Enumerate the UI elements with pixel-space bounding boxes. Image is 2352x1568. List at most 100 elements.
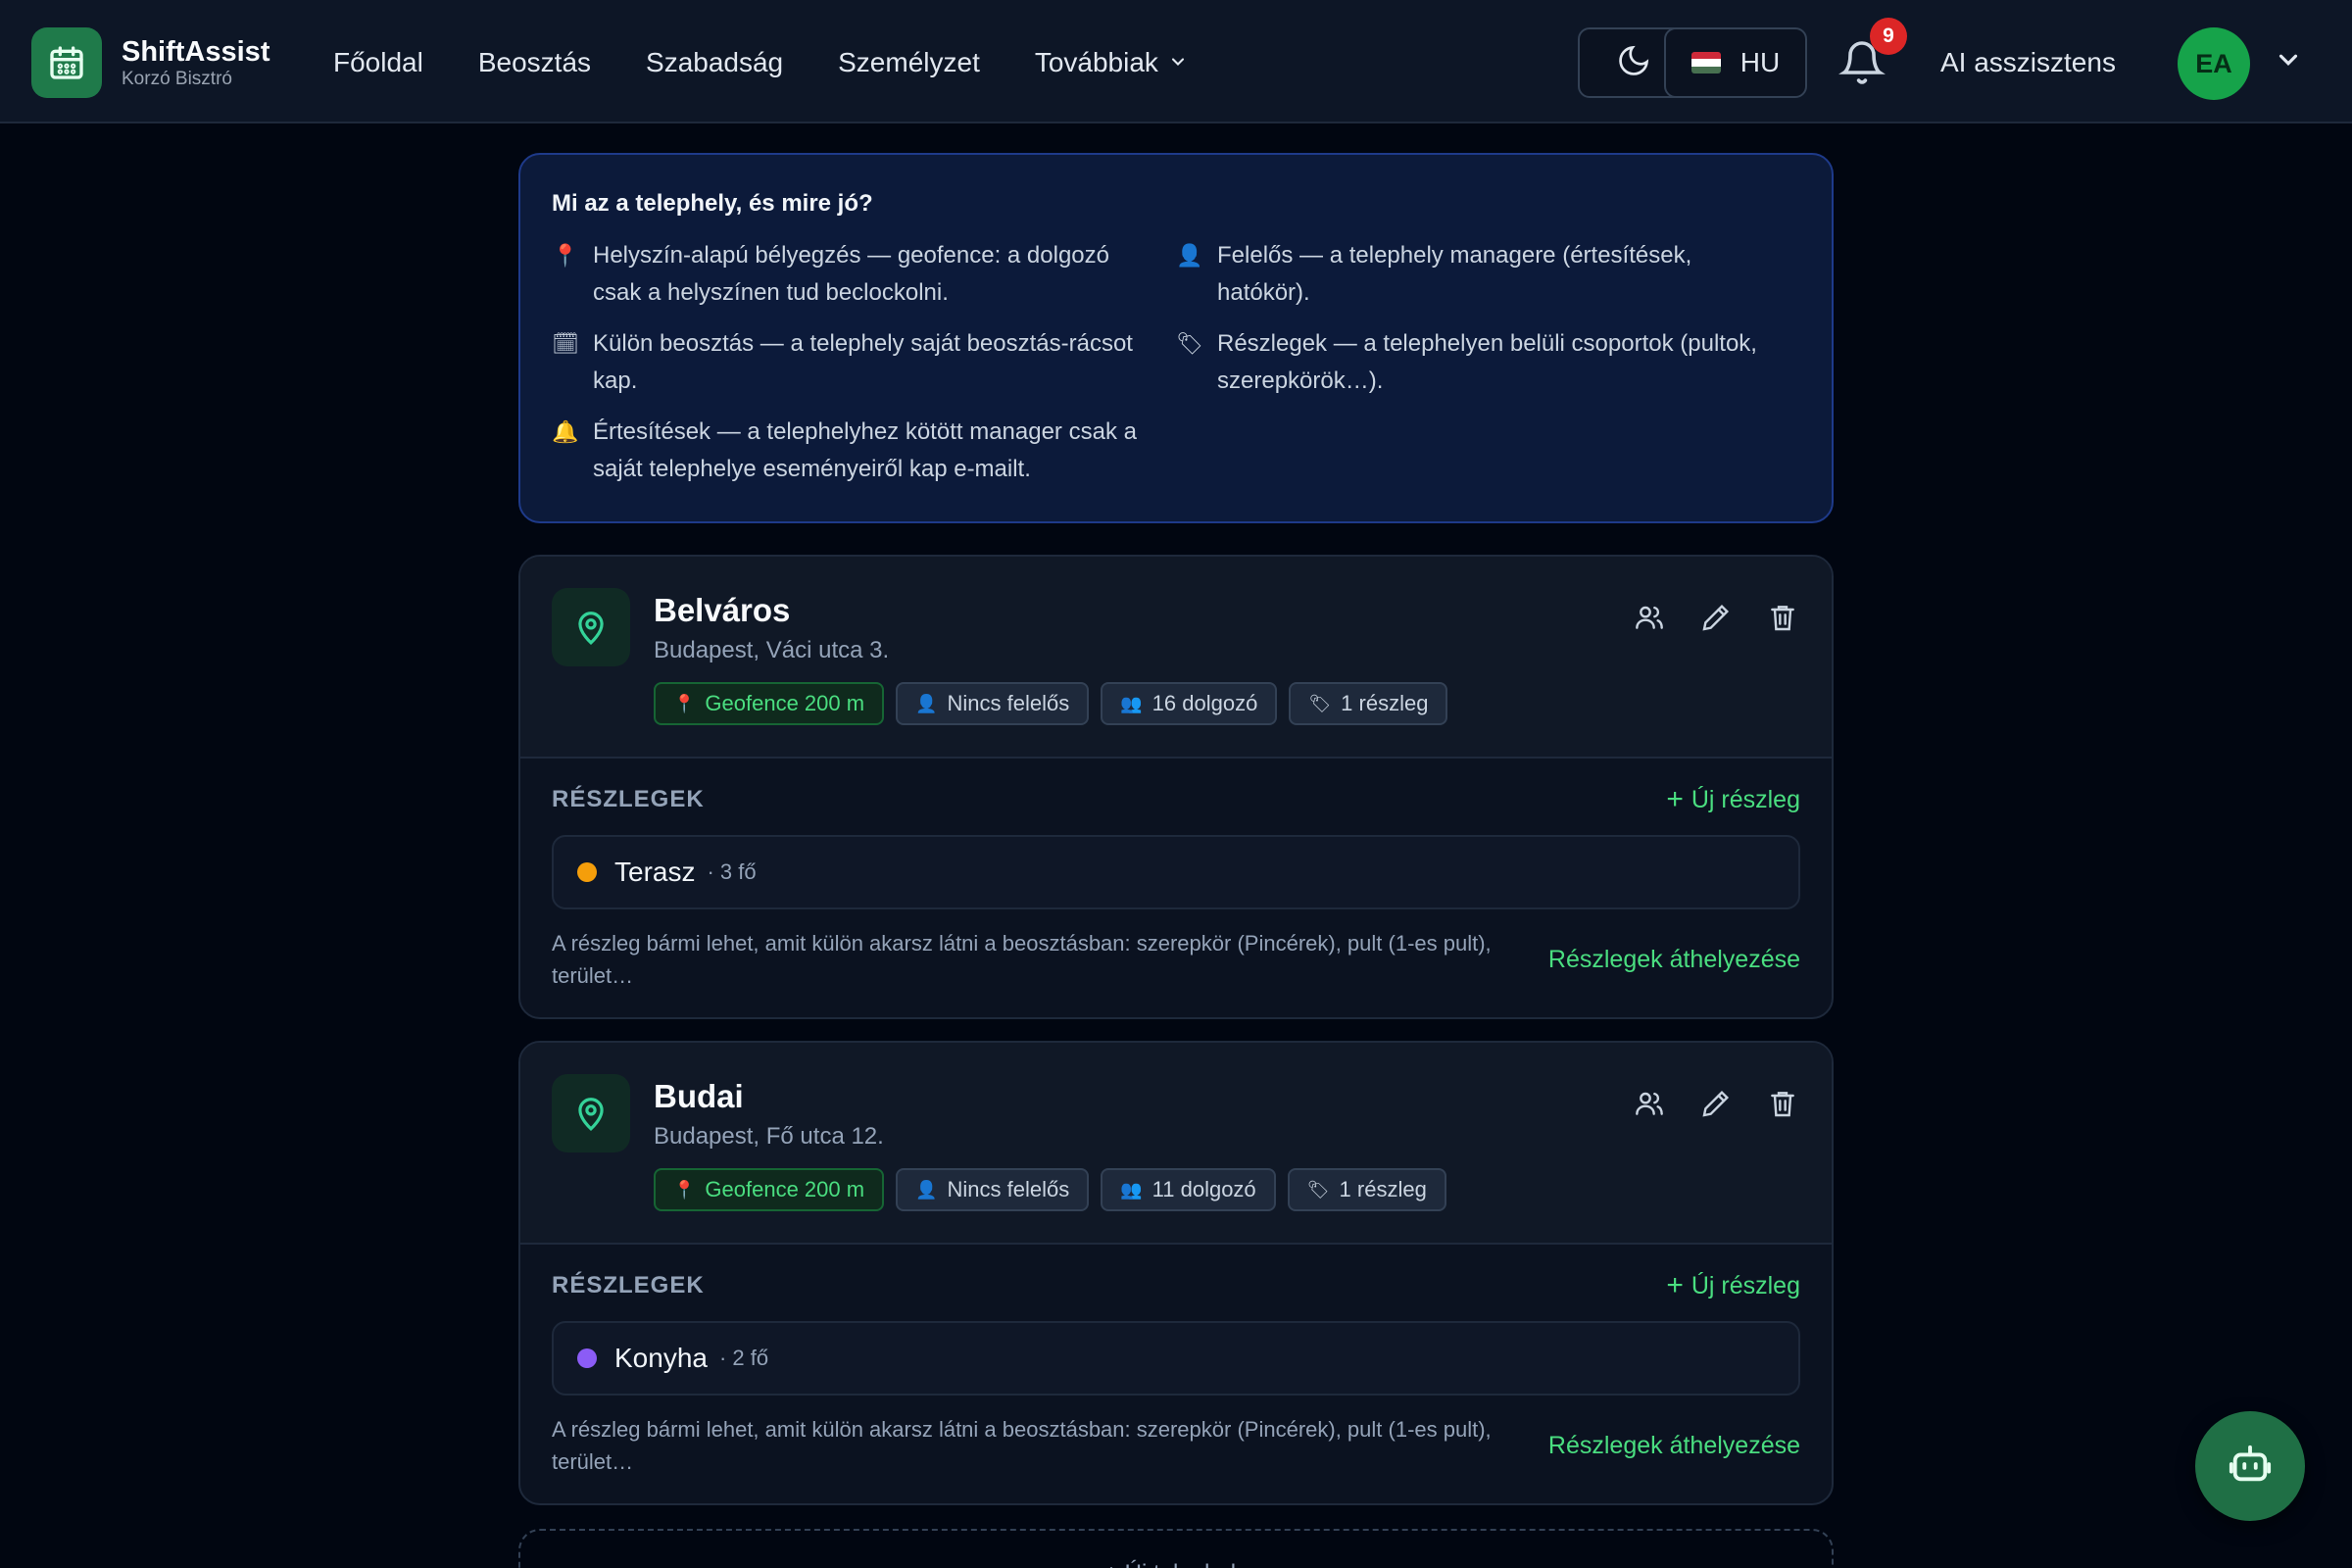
trash-icon[interactable]: [1763, 598, 1802, 637]
move-departments-link[interactable]: Részlegek áthelyezése: [1548, 1432, 1800, 1460]
new-department-label: Új részleg: [1690, 785, 1800, 813]
label-icon: 🏷: [1176, 331, 1203, 356]
info-item: 🗓 Külön beosztás — a telephely saját beo…: [552, 325, 1176, 400]
new-department-label: Új részleg: [1690, 1271, 1800, 1299]
departments-heading: RÉSZLEGEK: [552, 1272, 705, 1298]
label-icon: 🏷: [1308, 693, 1332, 713]
info-box: Mi az a telephely, és mire jó? 📍 Helyszí…: [518, 153, 1834, 523]
department-row[interactable]: Konyha · 2 fő: [552, 1321, 1800, 1396]
geofence-badge: 📍 Geofence 200 m: [654, 682, 885, 725]
manager-label: Nincs felelős: [947, 1177, 1070, 1201]
location-card: Belváros Budapest, Váci utca 3. 📍 Geofenc…: [518, 555, 1834, 1019]
geofence-label: Geofence 200 m: [705, 691, 865, 715]
manager-badge: 👤 Nincs felelős: [896, 1168, 1090, 1211]
map-pin-icon: [552, 588, 630, 666]
chevron-down-icon: [1168, 39, 1188, 86]
calendar-icon: 🗓: [552, 331, 579, 356]
calendar-icon: [31, 27, 102, 98]
info-item: 📍 Helyszín-alapú bélyegzés — geofence: a…: [552, 237, 1176, 312]
hungary-flag-icon: [1690, 52, 1721, 74]
pin-icon: 📍: [673, 1179, 696, 1200]
location-card-header: Belváros Budapest, Váci utca 3. 📍 Geofenc…: [520, 557, 1832, 759]
language-label: HU: [1740, 47, 1781, 77]
avatar[interactable]: EA: [2178, 27, 2250, 100]
trash-icon[interactable]: [1763, 1084, 1802, 1123]
label-icon: 🏷: [1306, 1179, 1330, 1200]
info-item: 🏷 Részlegek — a telephelyen belüli csopo…: [1176, 325, 1800, 400]
new-department-button[interactable]: + Új részleg: [1666, 1269, 1800, 1302]
moon-icon: [1616, 43, 1651, 83]
plus-icon: +: [1666, 783, 1684, 815]
pin-icon: 📍: [673, 693, 696, 713]
info-text: Értesítések — a telephelyhez kötött mana…: [593, 418, 1137, 482]
department-name: Konyha: [614, 1343, 708, 1373]
info-column-left: 📍 Helyszín-alapú bélyegzés — geofence: a…: [552, 237, 1176, 502]
manager-badge: 👤 Nincs felelős: [896, 682, 1090, 725]
nav-schedule[interactable]: Beosztás: [478, 39, 591, 86]
plus-icon: +: [1666, 1269, 1684, 1301]
geofence-badge: 📍 Geofence 200 m: [654, 1168, 885, 1211]
top-bar: ShiftAssist Korzó Bisztró Főoldal Beoszt…: [0, 0, 2352, 123]
department-count-badge: 🏷 1 részleg: [1289, 682, 1448, 725]
language-button[interactable]: HU: [1664, 27, 1807, 98]
department-count-label: 1 részleg: [1341, 691, 1429, 715]
main-nav: Főoldal Beosztás Szabadság Személyzet To…: [333, 39, 1243, 86]
people-icon: 👥: [1120, 693, 1143, 713]
staff-count-label: 11 dolgozó: [1152, 1177, 1256, 1201]
department-count-badge: 🏷 1 részleg: [1287, 1168, 1446, 1211]
add-location-button[interactable]: + Új telephely: [518, 1529, 1834, 1568]
people-icon: 👥: [1120, 1179, 1143, 1200]
brand[interactable]: ShiftAssist Korzó Bisztró: [31, 27, 270, 98]
department-help-text: A részleg bármi lehet, amit külön akarsz…: [552, 1417, 1492, 1474]
location-address: Budapest, Fő utca 12.: [654, 1123, 884, 1150]
department-color-dot: [577, 1348, 597, 1368]
person-icon: 👤: [915, 693, 938, 713]
department-color-dot: [577, 862, 597, 882]
notification-badge: 9: [1870, 18, 1907, 55]
location-card-header: Budai Budapest, Fő utca 12. 📍 Geofence 20…: [520, 1043, 1832, 1245]
person-icon: 👤: [1176, 243, 1203, 268]
pin-icon: 📍: [552, 243, 579, 268]
info-column-right: 👤 Felelős — a telephely managere (értesí…: [1176, 237, 1800, 502]
new-department-button[interactable]: + Új részleg: [1666, 783, 1800, 816]
users-icon[interactable]: [1630, 1084, 1669, 1123]
nav-leave[interactable]: Szabadság: [646, 39, 783, 86]
info-text: Felelős — a telephely managere (értesíté…: [1217, 242, 1692, 306]
department-name: Terasz: [614, 857, 696, 887]
robot-icon: [2228, 1442, 2273, 1492]
location-name: Belváros: [654, 592, 791, 628]
department-row[interactable]: Terasz · 3 fő: [552, 835, 1800, 909]
info-item: 🔔 Értesítések — a telephelyhez kötött ma…: [552, 414, 1176, 488]
pencil-icon[interactable]: [1696, 598, 1736, 637]
move-departments-link[interactable]: Részlegek áthelyezése: [1548, 946, 1800, 974]
info-text: Részlegek — a telephelyen belüli csoport…: [1217, 330, 1757, 394]
pencil-icon[interactable]: [1696, 1084, 1736, 1123]
add-location-label: + Új telephely: [1104, 1560, 1248, 1568]
info-text: Külön beosztás — a telephely saját beosz…: [593, 330, 1133, 394]
staff-count-badge: 👥 11 dolgozó: [1101, 1168, 1276, 1211]
chevron-down-icon[interactable]: [2274, 45, 2303, 79]
location-address: Budapest, Váci utca 3.: [654, 637, 890, 663]
app-name: ShiftAssist: [122, 36, 270, 68]
geofence-label: Geofence 200 m: [705, 1177, 865, 1201]
location-name: Budai: [654, 1078, 744, 1114]
nav-staff[interactable]: Személyzet: [838, 39, 980, 86]
info-text: Helyszín-alapú bélyegzés — geofence: a d…: [593, 242, 1109, 306]
map-pin-icon: [552, 1074, 630, 1152]
nav-more-label: Továbbiak: [1034, 47, 1158, 77]
bell-icon: 🔔: [552, 419, 579, 444]
users-icon[interactable]: [1630, 598, 1669, 637]
staff-count-badge: 👥 16 dolgozó: [1101, 682, 1278, 725]
ai-assistant-fab[interactable]: [2195, 1411, 2305, 1521]
nav-more[interactable]: Továbbiak: [1035, 39, 1188, 86]
department-count: · 3 fő: [707, 859, 757, 884]
department-count-label: 1 részleg: [1339, 1177, 1427, 1201]
staff-count-label: 16 dolgozó: [1152, 691, 1258, 715]
info-title: Mi az a telephely, és mire jó?: [552, 190, 873, 217]
restaurant-name: Korzó Bisztró: [122, 69, 232, 89]
location-card: Budai Budapest, Fő utca 12. 📍 Geofence 20…: [518, 1041, 1834, 1505]
person-icon: 👤: [915, 1179, 938, 1200]
ai-assistant-link[interactable]: AI asszisztens: [1940, 39, 2116, 86]
info-item: 👤 Felelős — a telephely managere (értesí…: [1176, 237, 1800, 312]
nav-home[interactable]: Főoldal: [333, 39, 423, 86]
